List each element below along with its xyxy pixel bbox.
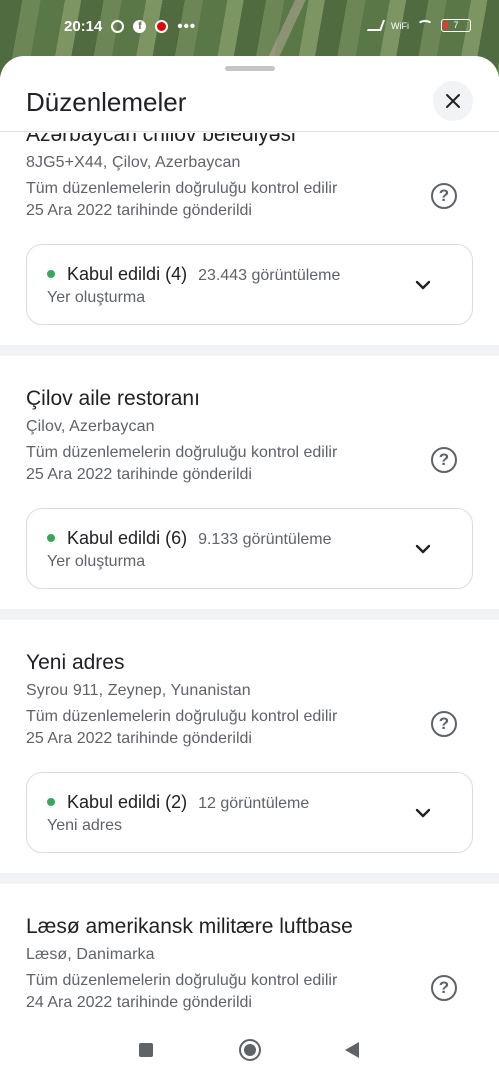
close-icon [446, 94, 460, 108]
submitted-date: 24 Ara 2022 tarihinde gönderildi [26, 994, 252, 1011]
facebook-icon: f [133, 20, 147, 33]
close-button[interactable] [433, 81, 473, 121]
place-name[interactable]: Yeni adres [26, 648, 473, 678]
section-divider [0, 345, 499, 356]
edit-status-card[interactable]: Kabul edildi (6) 9.133 görüntüleme Yer o… [26, 508, 473, 589]
help-icon[interactable]: ? [431, 975, 457, 1001]
edits-list[interactable]: Azərbaycan chilov belediyəsi 8JG5+X44, Ç… [0, 133, 499, 1020]
place-name[interactable]: Azərbaycan chilov belediyəsi [26, 133, 473, 150]
edit-item: Yeni adres Syrou 911, Zeynep, Yunanistan… [0, 620, 499, 873]
section-divider [0, 609, 499, 620]
verification-note: Tüm düzenlemelerin doğruluğu kontrol edi… [26, 706, 473, 764]
place-address: Læsø, Danimarka [26, 946, 155, 963]
edit-type: Yer oluşturma [47, 553, 146, 570]
opera-icon [111, 20, 125, 33]
edit-status-card[interactable]: Kabul edildi (2) 12 görüntüleme Yeni adr… [26, 772, 473, 853]
place-address: Çilov, Azerbaycan [26, 418, 155, 435]
place-address: Syrou 911, Zeynep, Yunanistan [26, 682, 251, 699]
edits-bottom-sheet: Düzenlemeler Azərbaycan chilov belediyəs… [0, 56, 499, 1020]
submitted-date: 25 Ara 2022 tarihinde gönderildi [26, 730, 252, 747]
edit-status-card[interactable]: Kabul edildi (4) 23.443 görüntüleme Yer … [26, 244, 473, 325]
place-name[interactable]: Çilov aile restoranı [26, 384, 473, 414]
edit-item: Azərbaycan chilov belediyəsi 8JG5+X44, Ç… [0, 133, 499, 345]
recents-square-icon [139, 1043, 153, 1057]
views-count: 9.133 görüntüleme [198, 531, 332, 548]
sheet-drag-handle[interactable] [225, 66, 275, 71]
wifi-icon [417, 20, 433, 31]
help-icon[interactable]: ? [431, 447, 457, 473]
back-triangle-icon [345, 1042, 359, 1058]
section-divider [0, 873, 499, 884]
accepted-status-dot [47, 534, 55, 542]
signal-icon [366, 20, 386, 31]
verification-note: Tüm düzenlemelerin doğruluğu kontrol edi… [26, 178, 473, 236]
verification-text: Tüm düzenlemelerin doğruluğu kontrol edi… [26, 972, 338, 989]
status-bar: 20:14 f ••• WiFi 7 [0, 14, 499, 42]
home-circle-icon [239, 1039, 261, 1061]
edit-item: Læsø amerikansk militære luftbase Læsø, … [0, 884, 499, 1020]
chevron-down-icon[interactable] [411, 537, 435, 561]
chevron-down-icon[interactable] [411, 273, 435, 297]
edit-item: Çilov aile restoranı Çilov, Azerbaycan T… [0, 356, 499, 609]
place-address: 8JG5+X44, Çilov, Azerbaycan [26, 154, 241, 171]
system-navigation-bar [0, 1020, 499, 1080]
recents-button[interactable] [134, 1038, 158, 1062]
chevron-down-icon[interactable] [411, 801, 435, 825]
submitted-date: 25 Ara 2022 tarihinde gönderildi [26, 466, 252, 483]
status-time: 20:14 [64, 18, 103, 35]
edit-type: Yer oluşturma [47, 289, 146, 306]
accepted-status-dot [47, 798, 55, 806]
sheet-header: Düzenlemeler [0, 74, 499, 132]
battery-icon: 7 [441, 19, 471, 32]
edit-type: Yeni adres [47, 817, 123, 834]
status-label: Kabul edildi (6) [67, 528, 188, 548]
status-label: Kabul edildi (2) [67, 792, 188, 812]
home-button[interactable] [238, 1038, 262, 1062]
verification-text: Tüm düzenlemelerin doğruluğu kontrol edi… [26, 180, 338, 197]
page-title: Düzenlemeler [26, 87, 187, 117]
help-icon[interactable]: ? [431, 183, 457, 209]
verification-note: Tüm düzenlemelerin doğruluğu kontrol edi… [26, 442, 473, 500]
verification-text: Tüm düzenlemelerin doğruluğu kontrol edi… [26, 444, 338, 461]
status-label: Kabul edildi (4) [67, 264, 188, 284]
battery-level: 7 [453, 20, 459, 30]
verification-text: Tüm düzenlemelerin doğruluğu kontrol edi… [26, 708, 338, 725]
vodafone-icon [155, 20, 169, 33]
submitted-date: 25 Ara 2022 tarihinde gönderildi [26, 202, 252, 219]
views-count: 23.443 görüntüleme [198, 267, 341, 284]
verification-note: Tüm düzenlemelerin doğruluğu kontrol edi… [26, 970, 473, 1020]
views-count: 12 görüntüleme [198, 795, 310, 812]
more-notifications-icon: ••• [177, 18, 197, 35]
help-icon[interactable]: ? [431, 711, 457, 737]
accepted-status-dot [47, 270, 55, 278]
place-name[interactable]: Læsø amerikansk militære luftbase [26, 912, 473, 942]
back-button[interactable] [340, 1038, 364, 1062]
wifi-label: WiFi [391, 20, 409, 31]
